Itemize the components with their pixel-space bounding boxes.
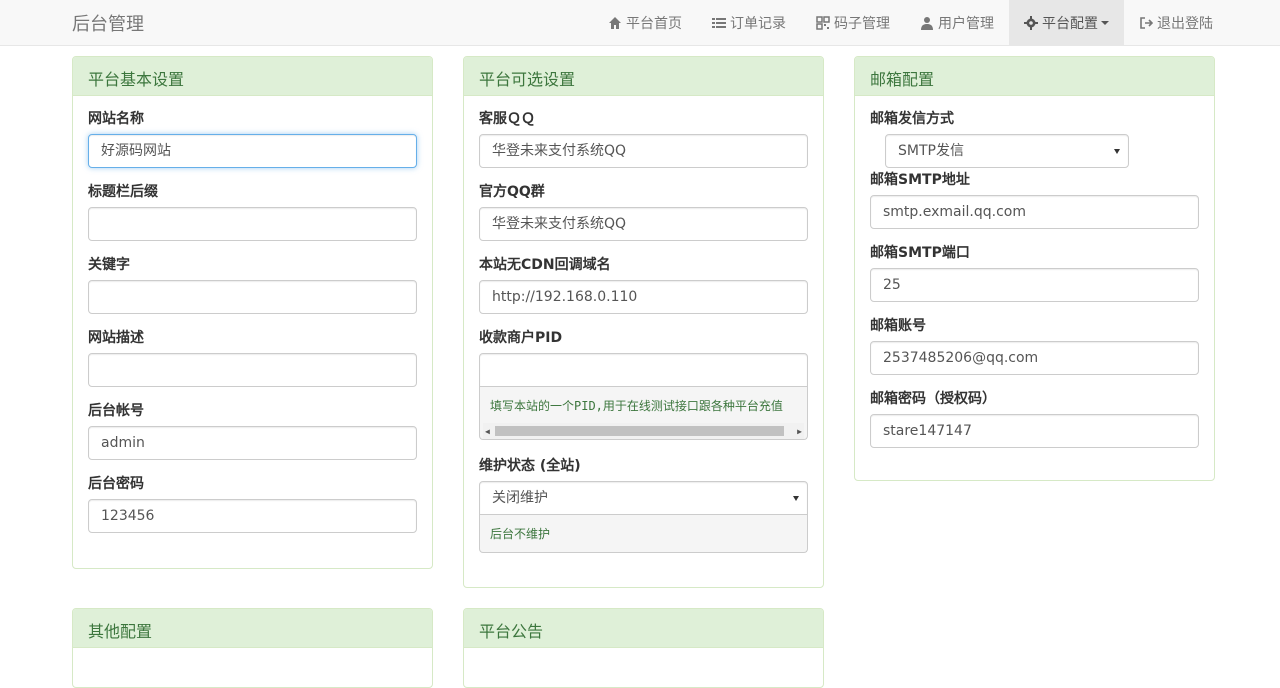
mail-settings-panel: 邮箱配置 邮箱发信方式 SMTP发信 邮箱SMTP地址 smtp.exmail.…	[854, 56, 1215, 481]
basic-settings-title: 平台基本设置	[73, 57, 432, 96]
mail-method-label: 邮箱发信方式	[870, 111, 954, 127]
nav-codes[interactable]: 码子管理	[801, 0, 905, 45]
admin-pass-label: 后台密码	[88, 476, 144, 492]
main-nav: 平台首页 订单记录 码子管理 用户管理 平台配置 退出登陆	[593, 0, 1228, 45]
nav-orders-label: 订单记录	[730, 15, 786, 32]
chevron-down-icon	[1101, 20, 1109, 25]
nav-orders[interactable]: 订单记录	[697, 0, 801, 45]
smtp-port-input[interactable]: 25	[870, 268, 1199, 302]
service-qq-label: 客服ＱＱ	[479, 111, 535, 127]
nav-config-label: 平台配置	[1042, 15, 1098, 32]
merchant-pid-help: 填写本站的一个PID,用于在线测试接口跟各种平台充值 ◀ ▶	[479, 387, 808, 440]
user-icon	[920, 16, 934, 30]
nav-logout-label: 退出登陆	[1157, 15, 1213, 32]
maintenance-select[interactable]: 关闭维护	[479, 481, 808, 515]
description-input[interactable]	[88, 353, 417, 387]
other-settings-panel: 其他配置	[72, 608, 433, 688]
qrcode-icon	[816, 15, 830, 30]
maintenance-help: 后台不维护	[479, 515, 808, 553]
title-suffix-label: 标题栏后缀	[88, 184, 158, 200]
nav-home-label: 平台首页	[626, 15, 682, 32]
smtp-host-label: 邮箱SMTP地址	[870, 172, 970, 188]
admin-pass-input[interactable]: 123456	[88, 499, 417, 533]
scrollbar-thumb[interactable]	[495, 426, 784, 436]
merchant-pid-help-text: 填写本站的一个PID,用于在线测试接口跟各种平台充值	[490, 399, 783, 413]
admin-user-input[interactable]: admin	[88, 426, 417, 460]
optional-settings-title: 平台可选设置	[464, 57, 823, 96]
service-qq-input[interactable]: 华登未来支付系统QQ	[479, 134, 808, 168]
description-label: 网站描述	[88, 330, 144, 346]
list-icon	[712, 16, 726, 30]
optional-settings-panel: 平台可选设置 客服ＱＱ 华登未来支付系统QQ 官方QQ群 华登未来支付系统QQ …	[463, 56, 824, 588]
home-icon	[608, 16, 622, 30]
gear-icon	[1024, 15, 1038, 30]
mail-settings-title: 邮箱配置	[855, 57, 1214, 96]
top-navbar: 后台管理 平台首页 订单记录 码子管理 用户管理 平台配置 退出登陆	[0, 0, 1280, 46]
title-suffix-input[interactable]	[88, 207, 417, 241]
logout-icon	[1139, 16, 1154, 30]
maintenance-label: 维护状态 (全站)	[479, 458, 581, 474]
horizontal-scrollbar[interactable]: ◀ ▶	[483, 423, 804, 439]
nav-logout[interactable]: 退出登陆	[1124, 0, 1228, 45]
nav-codes-label: 码子管理	[834, 15, 890, 32]
other-settings-title: 其他配置	[73, 609, 432, 648]
mail-account-input[interactable]: 2537485206@qq.com	[870, 341, 1199, 375]
smtp-port-label: 邮箱SMTP端口	[870, 245, 970, 261]
mail-method-select[interactable]: SMTP发信	[885, 134, 1129, 168]
mail-password-input[interactable]: stare147147	[870, 414, 1199, 448]
site-name-label: 网站名称	[88, 111, 144, 127]
basic-settings-panel: 平台基本设置 网站名称 好源码网站 标题栏后缀 关键字 网站描述 后台帐号 ad…	[72, 56, 433, 569]
notice-title: 平台公告	[464, 609, 823, 648]
mail-method-value: SMTP发信	[898, 143, 964, 159]
scroll-left-icon[interactable]: ◀	[485, 427, 490, 436]
nav-config[interactable]: 平台配置	[1009, 0, 1124, 45]
admin-user-label: 后台帐号	[88, 403, 144, 419]
merchant-pid-input[interactable]	[479, 353, 808, 387]
scroll-right-icon[interactable]: ▶	[797, 427, 802, 436]
brand-title[interactable]: 后台管理	[72, 10, 144, 36]
nav-home[interactable]: 平台首页	[593, 0, 697, 45]
keywords-input[interactable]	[88, 280, 417, 314]
callback-domain-label: 本站无CDN回调域名	[479, 257, 611, 273]
nav-users[interactable]: 用户管理	[905, 0, 1009, 45]
qq-group-input[interactable]: 华登未来支付系统QQ	[479, 207, 808, 241]
callback-domain-input[interactable]: http://192.168.0.110	[479, 280, 808, 314]
mail-account-label: 邮箱账号	[870, 318, 926, 334]
nav-users-label: 用户管理	[938, 15, 994, 32]
site-name-input[interactable]: 好源码网站	[88, 134, 417, 168]
merchant-pid-label: 收款商户PID	[479, 330, 563, 346]
keywords-label: 关键字	[88, 257, 130, 273]
qq-group-label: 官方QQ群	[479, 184, 545, 200]
smtp-host-input[interactable]: smtp.exmail.qq.com	[870, 195, 1199, 229]
maintenance-select-value: 关闭维护	[492, 490, 548, 506]
notice-panel: 平台公告	[463, 608, 824, 688]
mail-password-label: 邮箱密码（授权码）	[870, 391, 996, 407]
